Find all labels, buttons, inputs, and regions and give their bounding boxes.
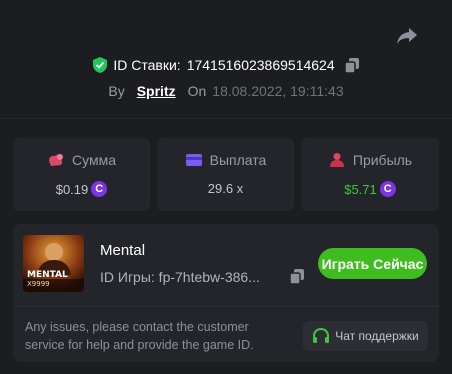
profit-label: Прибыль [352,152,413,168]
payout-label: Выплата [209,152,267,168]
profit-card: Прибыль $5.71 C [301,138,439,211]
copy-game-id-icon[interactable] [290,269,304,284]
copy-icon[interactable] [344,57,359,73]
support-chat-button[interactable]: Чат поддержки [303,321,428,351]
bet-id-label: ID Ставки: [113,57,181,73]
verified-shield-icon [93,57,108,73]
game-card-divider [13,306,439,307]
profit-value: $5.71 [344,181,377,197]
username-link[interactable]: Spritz [137,83,176,99]
game-id: ID Игры: fp-7htebw-386... [100,269,260,285]
thumbnail-title: MENTAL [27,270,68,280]
play-now-button[interactable]: Играть Сейчас [318,248,427,279]
profit-icon [329,153,344,167]
amount-label: Сумма [72,152,116,168]
game-card: MENTAL X9999 Mental ID Игры: fp-7htebw-3… [13,224,439,362]
bet-author-row: By Spritz On 18.08.2022, 19:11:43 [0,82,452,100]
headset-icon [313,328,330,343]
payout-value: 29.6 x [207,181,244,196]
amount-value: $0.19 [55,181,89,197]
support-notice: Any issues, please contact the customer … [25,320,254,352]
wallet-icon [185,154,202,166]
on-label: On [187,83,207,99]
game-name: Mental [100,242,146,259]
coin-icon: C [379,181,396,197]
by-label: By [108,83,125,99]
payout-card: Выплата 29.6 x [157,138,294,211]
support-chat-label: Чат поддержки [335,329,419,343]
thumbnail-subtitle: X9999 [27,280,50,288]
amount-icon [49,154,63,166]
share-icon[interactable] [396,26,418,46]
bet-datetime: 18.08.2022, 19:11:43 [212,83,344,99]
section-divider [0,118,452,119]
bet-id-value: 1741516023869514624 [186,57,335,73]
coin-icon: C [91,181,108,197]
amount-card: Сумма $0.19 C [13,138,150,211]
bet-id-row: ID Ставки: 1741516023869514624 [0,56,452,74]
game-thumbnail[interactable]: MENTAL X9999 [23,235,84,292]
